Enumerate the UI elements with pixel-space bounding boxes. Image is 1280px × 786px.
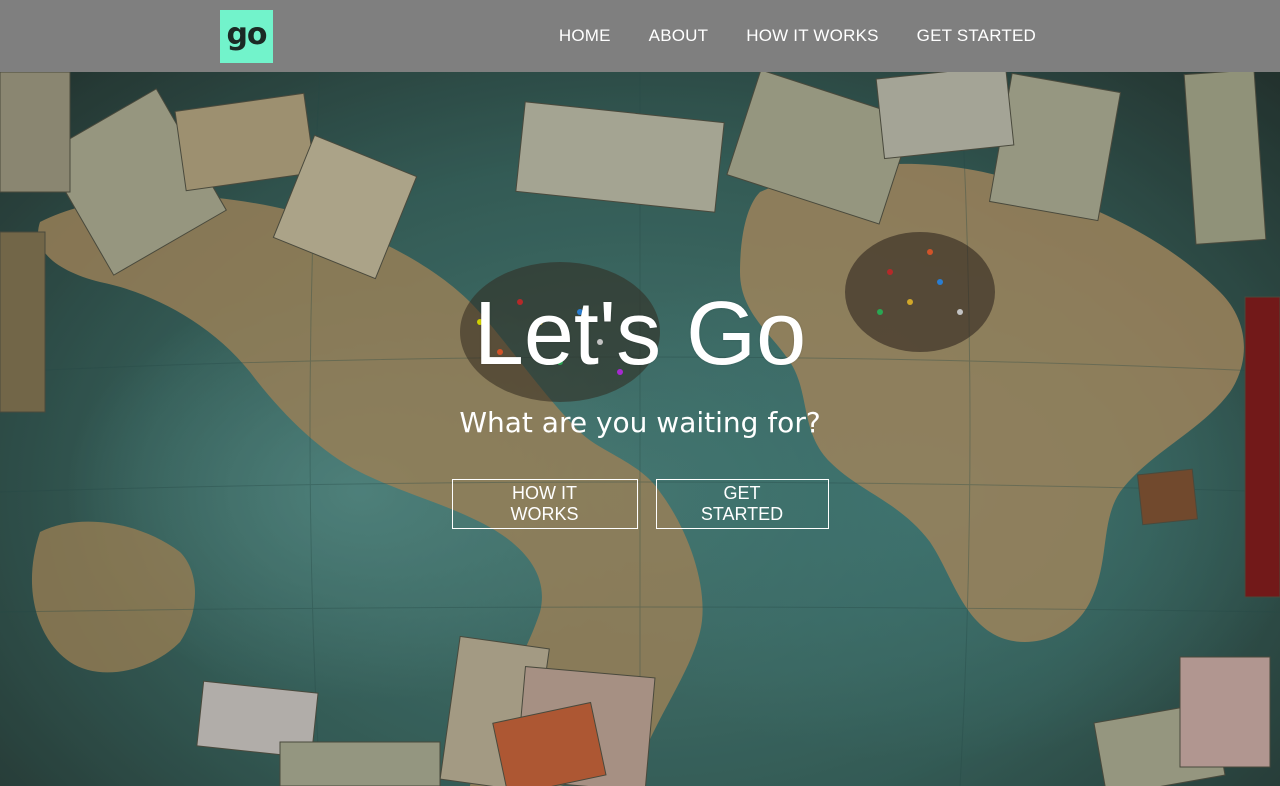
how-it-works-button[interactable]: HOW IT WORKS bbox=[451, 479, 638, 529]
navbar: go HOME ABOUT HOW IT WORKS GET STARTED bbox=[0, 0, 1280, 72]
main-nav: HOME ABOUT HOW IT WORKS GET STARTED bbox=[559, 0, 1036, 72]
hero-cta-group: HOW IT WORKS GET STARTED bbox=[0, 479, 1280, 529]
logo[interactable]: go bbox=[220, 10, 273, 63]
nav-link-how-it-works[interactable]: HOW IT WORKS bbox=[746, 26, 878, 46]
page: go HOME ABOUT HOW IT WORKS GET STARTED L… bbox=[0, 0, 1280, 786]
logo-text: go bbox=[226, 17, 267, 52]
hero: Let's Go What are you waiting for? HOW I… bbox=[0, 72, 1280, 786]
nav-link-get-started[interactable]: GET STARTED bbox=[917, 26, 1036, 46]
get-started-button[interactable]: GET STARTED bbox=[655, 479, 829, 529]
nav-link-about[interactable]: ABOUT bbox=[649, 26, 709, 46]
hero-title: Let's Go bbox=[473, 284, 807, 384]
nav-link-home[interactable]: HOME bbox=[559, 26, 611, 46]
hero-subtitle: What are you waiting for? bbox=[459, 406, 821, 439]
